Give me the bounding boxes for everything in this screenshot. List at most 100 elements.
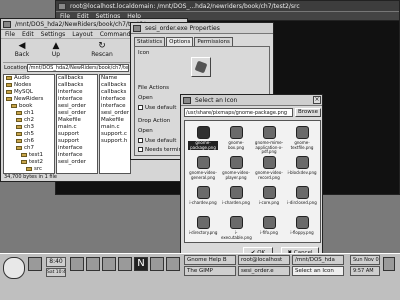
- icon-grid-item[interactable]: i-directory.png: [188, 214, 218, 242]
- directory-tree[interactable]: Audio Nodes MySQL NewRiders book ch1 ch2 ch3 ch5…: [3, 74, 55, 174]
- close-icon[interactable]: ×: [313, 96, 321, 104]
- icon-grid-item[interactable]: i-dirclosed.png: [287, 184, 317, 214]
- fm-menu-file[interactable]: File: [5, 30, 15, 38]
- file-row[interactable]: sesi_order: [58, 103, 97, 110]
- icon-grid-item[interactable]: gnome-mime-application-x-pdf.png: [254, 124, 284, 154]
- file-row[interactable]: callbacks: [101, 89, 130, 96]
- file-row[interactable]: interface: [58, 152, 97, 159]
- file-row[interactable]: interface: [58, 145, 97, 152]
- tree-item[interactable]: test2: [6, 159, 54, 166]
- launcher-web-icon[interactable]: [118, 257, 132, 271]
- file-row[interactable]: sesi_order: [101, 110, 130, 117]
- icon-path-input[interactable]: /usr/share/pixmaps/gnome-package.png: [184, 108, 293, 117]
- launcher-mail-icon[interactable]: [102, 257, 116, 271]
- back-button[interactable]: ◀ Back: [9, 41, 35, 58]
- file-row[interactable]: support.c: [101, 131, 130, 138]
- tree-item[interactable]: NewRiders: [6, 96, 54, 103]
- tree-item[interactable]: book: [6, 103, 54, 110]
- icon-grid-item[interactable]: i-blockdev.png: [287, 154, 317, 184]
- properties-titlebar[interactable]: sesi_order.exe Properties: [131, 23, 273, 34]
- file-list-primary[interactable]: callbacks callbacks interface interface sesi…: [56, 74, 98, 174]
- fm-menu-edit[interactable]: Edit: [22, 30, 34, 38]
- icon-grid-item[interactable]: gnome-video-general.png: [188, 154, 218, 184]
- task-help-browser[interactable]: Gnome Help B: [184, 255, 236, 265]
- task-terminal[interactable]: root@localhost: [238, 255, 290, 265]
- launcher-filemanager-icon[interactable]: [166, 257, 180, 271]
- file-list-secondary[interactable]: Name callbacks callbacks interface interface…: [99, 74, 131, 174]
- tree-item[interactable]: Audio: [6, 75, 54, 82]
- use-default2-checkbox[interactable]: Use default: [138, 138, 176, 144]
- file-row[interactable]: interface: [101, 96, 130, 103]
- launcher-terminal-icon[interactable]: [28, 257, 42, 271]
- tree-item[interactable]: ch2: [6, 117, 54, 124]
- tree-item[interactable]: ch5: [6, 131, 54, 138]
- file-row[interactable]: callbacks: [58, 75, 97, 82]
- browse-button[interactable]: Browse: [295, 108, 321, 117]
- file-row[interactable]: Makefile: [101, 117, 130, 124]
- icon-grid-item-label: i-floppy.png: [290, 230, 314, 235]
- file-row[interactable]: interface: [58, 96, 97, 103]
- tree-item[interactable]: ch7: [6, 145, 54, 152]
- icon-grid-item[interactable]: gnome-textfile.png: [287, 124, 317, 154]
- back-label: Back: [14, 51, 30, 58]
- file-row[interactable]: support: [58, 138, 97, 145]
- icon-grid-item[interactable]: i-fifo.png: [254, 214, 284, 242]
- folder-icon: [26, 166, 32, 171]
- tree-item[interactable]: test1: [6, 152, 54, 159]
- tree-item[interactable]: ch3: [6, 124, 54, 131]
- fm-menu-settings[interactable]: Settings: [41, 30, 66, 38]
- use-default-checkbox-box[interactable]: [138, 105, 143, 110]
- file-row[interactable]: sesi_order: [58, 159, 97, 166]
- tree-item[interactable]: ch6: [6, 138, 54, 145]
- task-file-manager[interactable]: /mnt/DOS_hda: [292, 255, 344, 265]
- select-icon-titlebar[interactable]: Select an Icon ×: [181, 95, 322, 106]
- location-input[interactable]: /mnt/DOS_hda2/NewRiders/book/ch7/test2/s…: [27, 64, 129, 72]
- icon-grid-item-label: gnome-textfile.png: [290, 140, 314, 150]
- icon-grid-item[interactable]: i-floppy.png: [287, 214, 317, 242]
- file-row[interactable]: main.c: [101, 124, 130, 131]
- task-select-icon[interactable]: Select an Icon: [292, 266, 344, 276]
- file-row[interactable]: interface: [101, 103, 130, 110]
- rescan-button[interactable]: ↻ Rescan: [87, 41, 117, 58]
- icon-grid-item[interactable]: gnome-video-player.png: [221, 154, 251, 184]
- file-row[interactable]: callbacks: [58, 82, 97, 89]
- file-row[interactable]: callbacks: [101, 82, 130, 89]
- use-default2-checkbox-box[interactable]: [138, 138, 143, 143]
- tree-item[interactable]: ch1: [6, 110, 54, 117]
- icon-picker-button[interactable]: [191, 57, 211, 77]
- needs-terminal-box[interactable]: [138, 147, 143, 152]
- use-default-checkbox[interactable]: Use default: [138, 105, 176, 111]
- gnome-foot-menu-icon[interactable]: [3, 257, 25, 279]
- icon-grid[interactable]: gnome-package.png gnome-box.png gnome-mime…: [184, 120, 321, 243]
- up-button[interactable]: ▲ Up: [43, 41, 69, 58]
- select-icon-dialog[interactable]: Select an Icon × /usr/share/pixmaps/gnom…: [180, 94, 323, 264]
- panel-hide-icon[interactable]: [383, 257, 395, 271]
- icon-grid-item[interactable]: gnome-video-record.png: [254, 154, 284, 184]
- icon-grid-item[interactable]: i-executable.png: [221, 214, 252, 242]
- task-properties[interactable]: sesi_order.e: [238, 266, 290, 276]
- icon-grid-item[interactable]: i-charden.png: [221, 184, 251, 214]
- fm-menu-layout[interactable]: Layout: [72, 30, 92, 38]
- file-row[interactable]: support.h: [101, 138, 130, 145]
- file-row[interactable]: support: [58, 131, 97, 138]
- file-row[interactable]: Makefile: [58, 117, 97, 124]
- file-row[interactable]: interface: [58, 89, 97, 96]
- icon-grid-item[interactable]: i-chardev.png: [188, 184, 218, 214]
- launcher-help-icon[interactable]: [86, 257, 100, 271]
- tree-item[interactable]: Nodes: [6, 82, 54, 89]
- file-row[interactable]: sesi_order: [58, 110, 97, 117]
- terminal-titlebar[interactable]: root@localhost.localdomain: /mnt/DOS_...…: [56, 1, 399, 12]
- file-row[interactable]: Name: [101, 75, 130, 82]
- launcher-gimp-icon[interactable]: [70, 257, 84, 271]
- launcher-netscape-icon[interactable]: N: [134, 257, 148, 271]
- launcher-editor-icon[interactable]: [150, 257, 164, 271]
- tree-item[interactable]: MySQL: [6, 89, 54, 96]
- icon-grid-item[interactable]: i-core.png: [254, 184, 284, 214]
- file-type-icon: [196, 156, 210, 169]
- task-gimp[interactable]: The GIMP: [184, 266, 236, 276]
- icon-grid-item[interactable]: gnome-package.png: [188, 124, 218, 154]
- file-row[interactable]: main.c: [58, 124, 97, 131]
- fm-menu-commands[interactable]: Commands: [100, 30, 134, 38]
- icon-grid-item[interactable]: gnome-box.png: [221, 124, 251, 154]
- tree-item[interactable]: src: [6, 166, 54, 173]
